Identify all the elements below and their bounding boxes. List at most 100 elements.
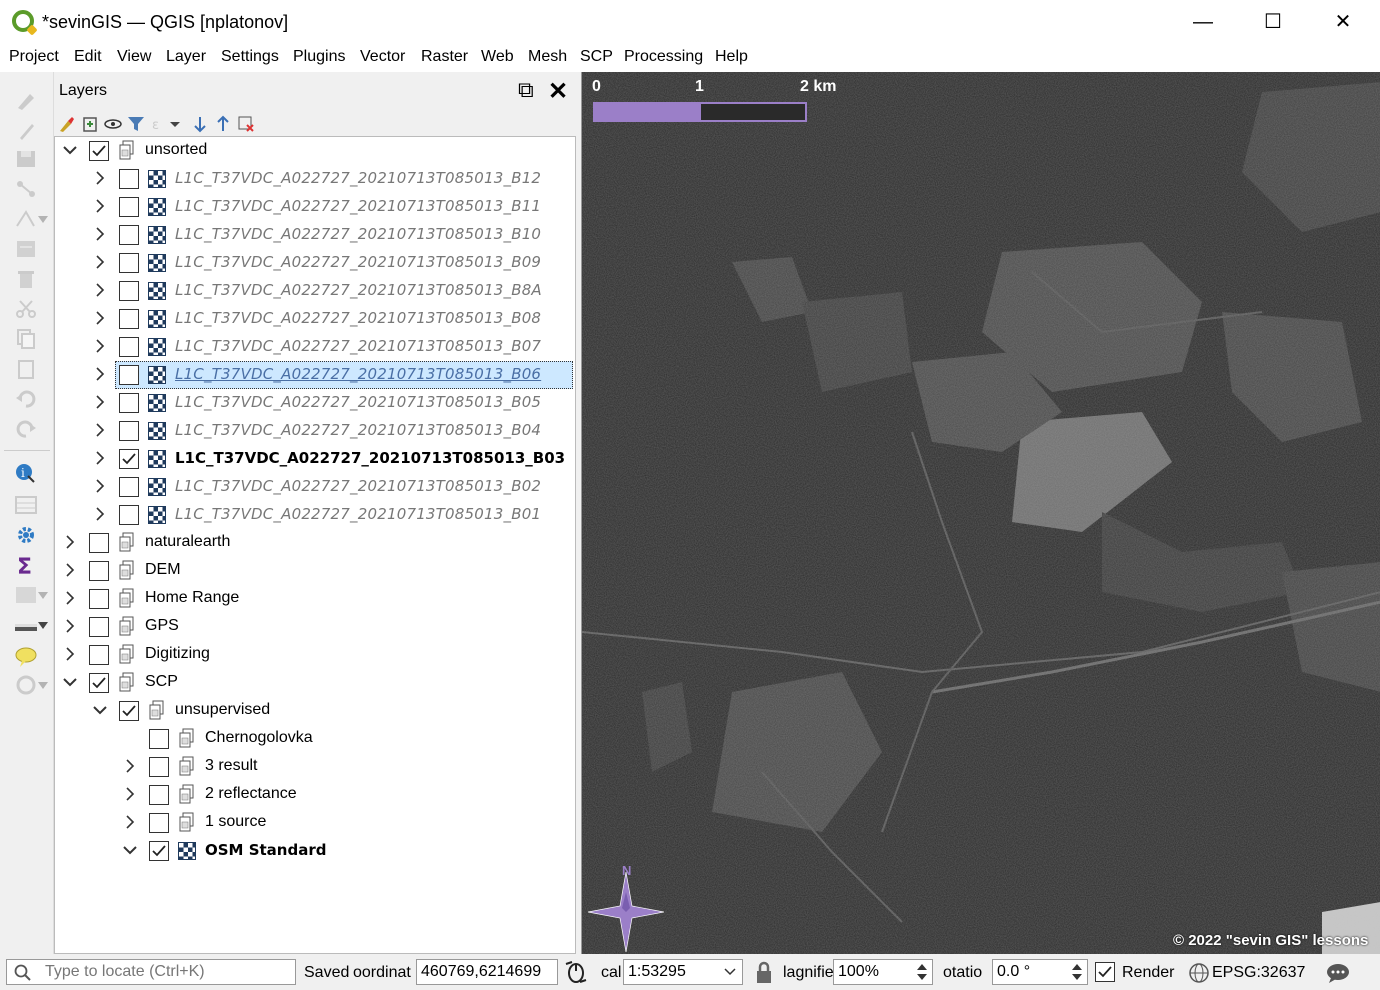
layer-visibility-checkbox[interactable] [119,197,139,217]
layer-tree-row[interactable]: 2 reflectance [55,781,575,809]
layer-visibility-checkbox[interactable] [119,701,139,721]
spin-arrows-icon[interactable] [1070,961,1084,983]
vertex-tool-icon[interactable] [14,208,38,230]
chevron-right-icon[interactable] [93,283,107,297]
locator-search-input[interactable]: Type to locate (Ctrl+K) [6,959,296,985]
menu-mesh[interactable]: Mesh [528,48,567,66]
layer-visibility-checkbox[interactable] [89,561,109,581]
layer-tree-row[interactable]: OSM Standard [55,837,575,865]
remove-layer-icon[interactable] [237,115,255,133]
collapse-all-icon[interactable] [214,115,232,133]
layer-tree-row[interactable]: 3 result [55,753,575,781]
chevron-right-icon[interactable] [93,479,107,493]
layer-visibility-checkbox[interactable] [149,813,169,833]
save-edits-icon[interactable] [14,148,38,170]
layer-visibility-checkbox[interactable] [89,617,109,637]
layer-tree-row[interactable]: L1C_T37VDC_A022727_20210713T085013_B04 [55,417,575,445]
visibility-eye-icon[interactable] [104,115,122,133]
identify-features-icon[interactable]: i [14,462,38,484]
pencil-edit-icon[interactable] [14,90,38,112]
layer-visibility-checkbox[interactable] [89,533,109,553]
layer-visibility-checkbox[interactable] [119,477,139,497]
chevron-right-icon[interactable] [93,367,107,381]
layer-visibility-checkbox[interactable] [119,169,139,189]
menu-layer[interactable]: Layer [166,48,206,66]
filter-expression-icon[interactable]: ε [150,115,168,133]
menu-project[interactable]: Project [9,48,59,66]
layer-tree-row[interactable]: L1C_T37VDC_A022727_20210713T085013_B11 [55,193,575,221]
menu-scp[interactable]: SCP [580,48,613,66]
filter-icon[interactable] [127,115,145,133]
layer-tree-row[interactable]: GPS [55,613,575,641]
cut-icon[interactable] [14,298,38,320]
layer-visibility-checkbox[interactable] [149,785,169,805]
crs-globe-icon[interactable] [1188,962,1210,984]
menu-vector[interactable]: Vector [360,48,405,66]
chevron-down-icon[interactable] [63,675,77,689]
spin-arrows-icon[interactable] [915,961,929,983]
chevron-down-icon[interactable] [724,968,736,976]
close-panel-button[interactable]: ✕ [548,77,568,106]
layer-tree-row[interactable]: 1 source [55,809,575,837]
layer-visibility-checkbox[interactable] [119,505,139,525]
chevron-right-icon[interactable] [63,563,77,577]
chevron-right-icon[interactable] [93,171,107,185]
add-group-icon[interactable] [81,115,99,133]
layer-visibility-checkbox[interactable] [119,365,139,385]
layer-tree-row[interactable]: Chernogolovka [55,725,575,753]
chevron-right-icon[interactable] [123,815,137,829]
chevron-right-icon[interactable] [63,535,77,549]
copy-icon[interactable] [14,328,38,350]
layer-visibility-checkbox[interactable] [89,673,109,693]
menu-processing[interactable]: Processing [624,48,703,66]
map-tips-icon[interactable] [14,646,38,668]
modify-attributes-icon[interactable] [14,238,38,260]
menu-edit[interactable]: Edit [74,48,102,66]
chevron-down-icon[interactable] [38,216,48,224]
attribute-table-icon[interactable] [14,494,38,516]
layer-visibility-checkbox[interactable] [119,337,139,357]
chevron-right-icon[interactable] [93,255,107,269]
chevron-right-icon[interactable] [63,591,77,605]
layer-tree-row[interactable]: naturalearth [55,529,575,557]
layer-tree-row[interactable]: unsupervised [55,697,575,725]
layer-visibility-checkbox[interactable] [89,589,109,609]
chevron-down-icon[interactable] [38,682,48,690]
layer-visibility-checkbox[interactable] [119,449,139,469]
chevron-right-icon[interactable] [123,787,137,801]
layer-visibility-checkbox[interactable] [149,729,169,749]
style-brush-icon[interactable] [58,115,76,133]
maximize-button[interactable]: ☐ [1250,6,1296,38]
chevron-right-icon[interactable] [93,507,107,521]
layer-visibility-checkbox[interactable] [89,645,109,665]
layer-tree-row[interactable]: DEM [55,557,575,585]
chevron-down-icon[interactable] [93,703,107,717]
chevron-right-icon[interactable] [93,395,107,409]
layer-tree-row[interactable]: L1C_T37VDC_A022727_20210713T085013_B07 [55,333,575,361]
spatial-bookmark-icon[interactable] [14,674,38,696]
layer-tree-row[interactable]: L1C_T37VDC_A022727_20210713T085013_B02 [55,473,575,501]
rotation-spinbox[interactable]: 0.0 ° [992,959,1088,985]
field-calculator-icon[interactable] [14,584,38,606]
layer-tree-row[interactable]: L1C_T37VDC_A022727_20210713T085013_B06 [55,361,575,389]
toggle-editing-icon[interactable] [14,120,38,142]
layer-visibility-checkbox[interactable] [119,253,139,273]
chevron-down-icon[interactable] [123,843,137,857]
chevron-right-icon[interactable] [93,311,107,325]
layer-visibility-checkbox[interactable] [149,757,169,777]
layer-tree-row[interactable]: L1C_T37VDC_A022727_20210713T085013_B8A [55,277,575,305]
minimize-button[interactable]: — [1180,6,1226,38]
layer-visibility-checkbox[interactable] [119,393,139,413]
chevron-down-icon[interactable] [170,115,180,133]
chevron-right-icon[interactable] [63,619,77,633]
chevron-right-icon[interactable] [93,451,107,465]
delete-selected-icon[interactable] [14,268,38,290]
layer-tree-row[interactable]: Home Range [55,585,575,613]
menu-help[interactable]: Help [715,48,748,66]
crs-label[interactable]: EPSG:32637 [1212,964,1305,990]
menu-raster[interactable]: Raster [421,48,468,66]
layer-tree-row[interactable]: L1C_T37VDC_A022727_20210713T085013_B12 [55,165,575,193]
layer-visibility-checkbox[interactable] [119,281,139,301]
layer-visibility-checkbox[interactable] [89,141,109,161]
layer-tree-row[interactable]: L1C_T37VDC_A022727_20210713T085013_B05 [55,389,575,417]
